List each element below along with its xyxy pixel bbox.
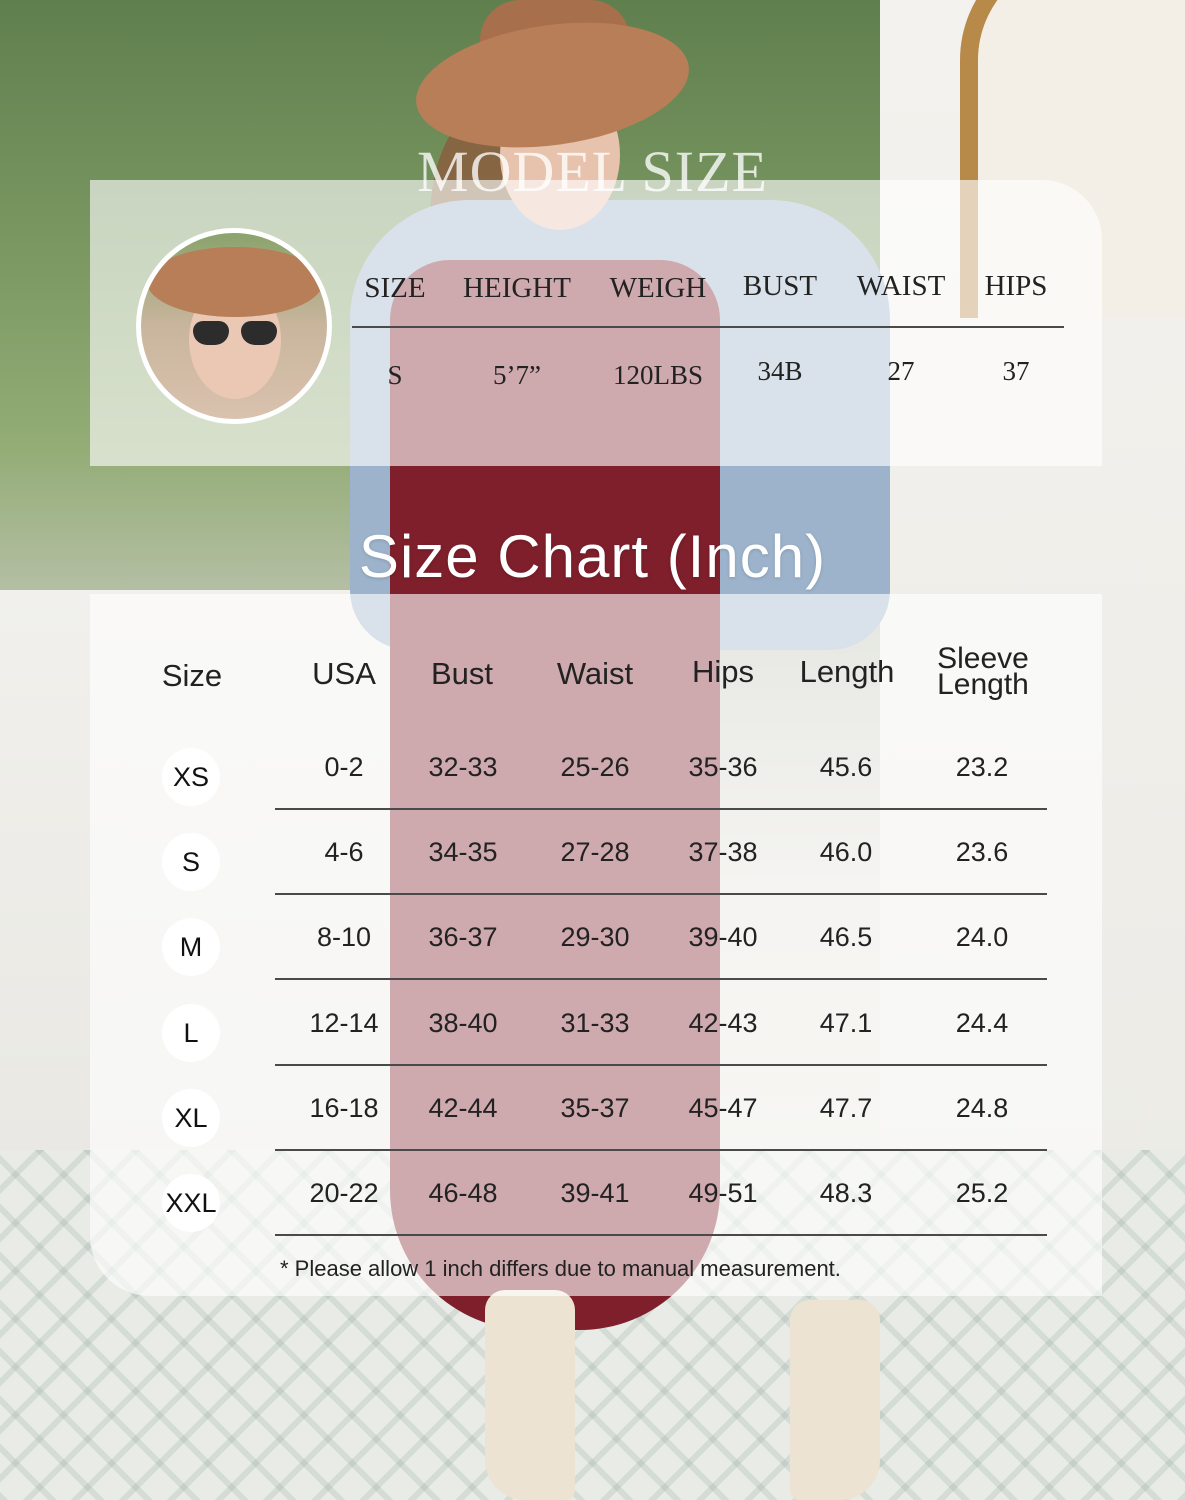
cell-bust: 32-33 <box>428 752 498 782</box>
model-value-bust: 34B <box>757 356 803 386</box>
cell-hips: 37-38 <box>688 837 758 868</box>
cell-usa: 0-2 <box>324 752 364 782</box>
cell-length: 46.0 <box>819 837 873 868</box>
model-header-waist: WAIST <box>856 270 946 302</box>
row-divider <box>275 978 1047 981</box>
cell-length: 48.3 <box>819 1178 873 1208</box>
model-header-height: HEIGHT <box>463 272 571 304</box>
model-divider <box>352 326 1064 328</box>
row-divider <box>275 1148 1047 1151</box>
model-value-size: S <box>387 360 403 390</box>
cell-hips: 39-40 <box>688 922 758 953</box>
cell-waist: 39-41 <box>560 1178 630 1208</box>
model-value-height: 5’7” <box>493 360 541 390</box>
row-divider <box>275 808 1047 810</box>
cell-waist: 27-28 <box>560 837 630 868</box>
model-boot-left <box>485 1290 575 1500</box>
chart-header-length: Length <box>799 654 895 689</box>
row-divider <box>275 1063 1047 1066</box>
model-boot-right <box>790 1300 880 1500</box>
size-badge-3: L <box>162 1003 220 1062</box>
model-header-bust: BUST <box>742 270 818 302</box>
cell-sleeve-length: 25.2 <box>955 1178 1009 1208</box>
chart-header-sleeve-length: Sleeve Length <box>937 642 1029 701</box>
cell-sleeve-length: 24.8 <box>955 1092 1009 1123</box>
size-badge-0: XS <box>162 748 220 806</box>
cell-usa: 8-10 <box>316 922 372 953</box>
size-badge-5: XXL <box>162 1174 220 1232</box>
size-badge-4: XL <box>162 1088 220 1147</box>
cell-hips: 42-43 <box>688 1007 758 1038</box>
cell-sleeve-length: 23.2 <box>955 752 1009 782</box>
model-header-weigh: WEIGH <box>609 272 707 304</box>
chart-header-hips: Hips <box>691 654 754 689</box>
size-badge-1: S <box>162 833 220 892</box>
measurement-note: * Please allow 1 inch differs due to man… <box>280 1256 841 1281</box>
model-value-hips: 37 <box>1002 356 1030 386</box>
model-avatar <box>136 228 332 424</box>
row-divider <box>275 893 1047 896</box>
chart-header-size: Size <box>161 658 223 693</box>
cell-length: 47.1 <box>819 1007 873 1038</box>
model-header-hips: HIPS <box>984 270 1048 302</box>
model-header-size: SIZE <box>364 272 426 304</box>
cell-waist: 35-37 <box>560 1092 630 1123</box>
cell-length: 46.5 <box>819 922 873 953</box>
cell-usa: 20-22 <box>309 1178 379 1208</box>
cell-sleeve-length: 24.0 <box>955 922 1009 953</box>
cell-sleeve-length: 24.4 <box>955 1007 1009 1038</box>
cell-bust: 36-37 <box>428 922 498 953</box>
cell-bust: 34-35 <box>428 837 498 868</box>
model-value-waist: 27 <box>887 356 915 386</box>
size-badge-2: M <box>162 918 220 977</box>
cell-waist: 31-33 <box>560 1007 630 1038</box>
cell-waist: 29-30 <box>560 922 630 953</box>
cell-hips: 45-47 <box>688 1092 758 1123</box>
chart-header-bust: Bust <box>430 656 494 691</box>
cell-length: 45.6 <box>819 752 873 782</box>
cell-hips: 35-36 <box>688 752 758 782</box>
cell-bust: 42-44 <box>428 1092 498 1123</box>
sunglasses-icon <box>191 321 279 347</box>
chart-header-waist: Waist <box>556 656 634 691</box>
cell-sleeve-length: 23.6 <box>955 837 1009 868</box>
cell-usa: 4-6 <box>324 837 364 868</box>
cell-bust: 38-40 <box>428 1007 498 1038</box>
cell-bust: 46-48 <box>428 1178 498 1208</box>
cell-hips: 49-51 <box>688 1178 758 1208</box>
model-value-weigh: 120LBS <box>612 360 704 390</box>
model-size-title: MODEL SIZE <box>417 139 768 204</box>
cell-length: 47.7 <box>819 1092 873 1123</box>
row-divider <box>275 1234 1047 1236</box>
cell-usa: 12-14 <box>309 1007 379 1038</box>
size-chart-title: Size Chart (Inch) <box>358 523 827 590</box>
avatar-hat <box>147 247 323 317</box>
cell-usa: 16-18 <box>309 1092 379 1123</box>
cell-waist: 25-26 <box>560 752 630 782</box>
